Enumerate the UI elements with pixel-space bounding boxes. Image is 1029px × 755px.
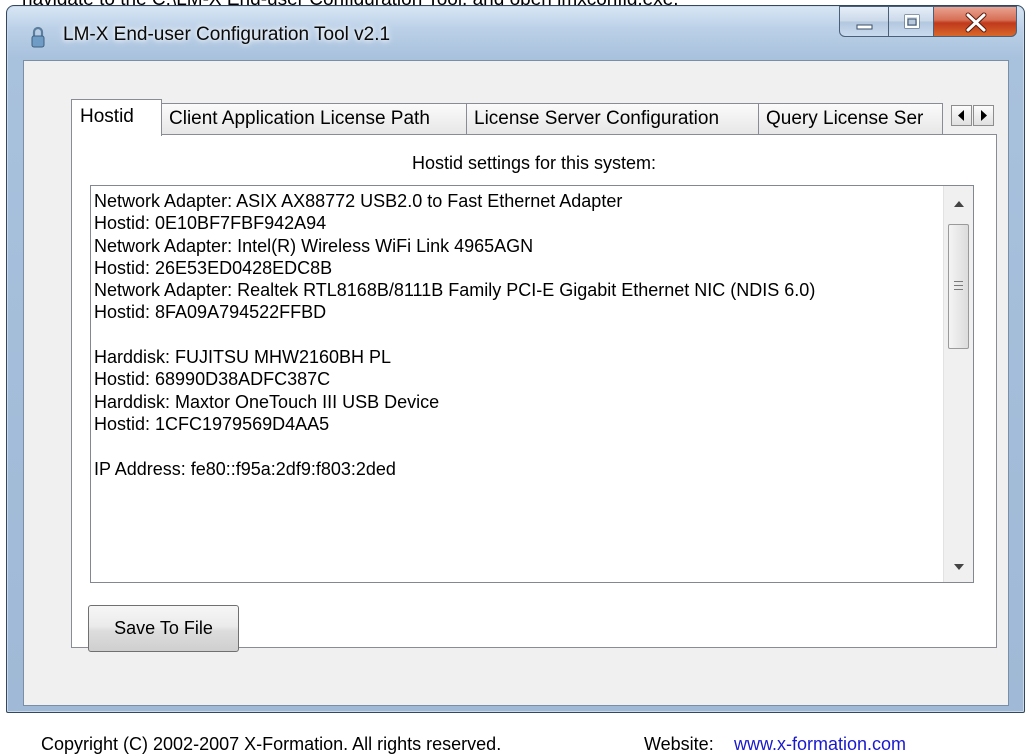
grip-line <box>954 281 963 282</box>
hostid-textbox[interactable]: Network Adapter: ASIX AX88772 USB2.0 to … <box>90 185 974 583</box>
hostid-line <box>94 324 815 346</box>
website-link[interactable]: www.x-formation.com <box>734 734 906 755</box>
hostid-line: Network Adapter: Intel(R) Wireless WiFi … <box>94 235 534 256</box>
hostid-line: Hostid: 0E10BF7FBF942A94 <box>94 213 327 234</box>
tab-scroll-left-button[interactable] <box>951 105 972 126</box>
minimize-button[interactable] <box>839 6 889 37</box>
maximize-icon <box>904 14 920 29</box>
copyright-text: Copyright (C) 2002-2007 X-Formation. All… <box>41 734 502 754</box>
tab-query-license-server[interactable]: Query License Ser <box>758 103 943 135</box>
window-title: LM-X End-user Configuration Tool v2.1 <box>63 24 391 45</box>
hostid-line: Harddisk: FUJITSU MHW2160BH PL <box>94 347 392 368</box>
hostid-line: Hostid: 8FA09A794522FFBD <box>94 302 327 323</box>
website-label: Website: <box>644 734 714 754</box>
hostid-panel: Hostid settings for this system: Network… <box>71 134 997 652</box>
hostid-line: Hostid: 1CFC1979569D4AA5 <box>94 413 330 434</box>
scroll-up-icon[interactable] <box>944 190 974 216</box>
tab-license-server-configuration[interactable]: License Server Configuration <box>466 103 759 135</box>
tab-scroll-right-button[interactable] <box>973 105 994 126</box>
vertical-scrollbar[interactable] <box>943 186 973 582</box>
hostid-line: Network Adapter: ASIX AX88772 USB2.0 to … <box>94 191 623 211</box>
hostid-heading: Hostid settings for this system: <box>411 153 657 173</box>
grip-line <box>954 289 963 290</box>
maximize-button[interactable] <box>888 6 934 37</box>
config-window: LM-X End-user Configuration Tool v2.1 Ho… <box>6 5 1025 754</box>
client-area: Hostid Client Application License Path L… <box>23 60 1009 754</box>
hostid-line: IP Address: fe80::f95a:2df9:f803:2ded <box>94 458 396 479</box>
grip-line <box>954 285 963 286</box>
scroll-down-icon[interactable] <box>944 554 974 580</box>
hostid-line: Hostid: 68990D38ADFC387C <box>94 369 331 390</box>
hostid-line: Harddisk: Maxtor OneTouch III USB Device <box>94 391 440 412</box>
arrow-left-icon <box>958 110 964 121</box>
lock-icon <box>31 26 45 48</box>
scrollbar-thumb[interactable] <box>948 224 969 349</box>
arrow-right-icon <box>981 110 987 121</box>
tab-client-application-license-path[interactable]: Client Application License Path <box>161 103 467 135</box>
minimize-icon <box>856 24 873 30</box>
hostid-line <box>94 435 815 457</box>
hostid-lines: Network Adapter: ASIX AX88772 USB2.0 to … <box>94 190 815 480</box>
hostid-line: Network Adapter: Realtek RTL8168B/8111B … <box>94 280 816 301</box>
close-button[interactable] <box>933 6 1017 37</box>
save-to-file-button[interactable]: Save To File <box>88 605 239 652</box>
close-icon <box>965 12 987 33</box>
hostid-line: Hostid: 26E53ED0428EDC8B <box>94 257 333 278</box>
tab-hostid[interactable]: Hostid <box>71 99 162 136</box>
